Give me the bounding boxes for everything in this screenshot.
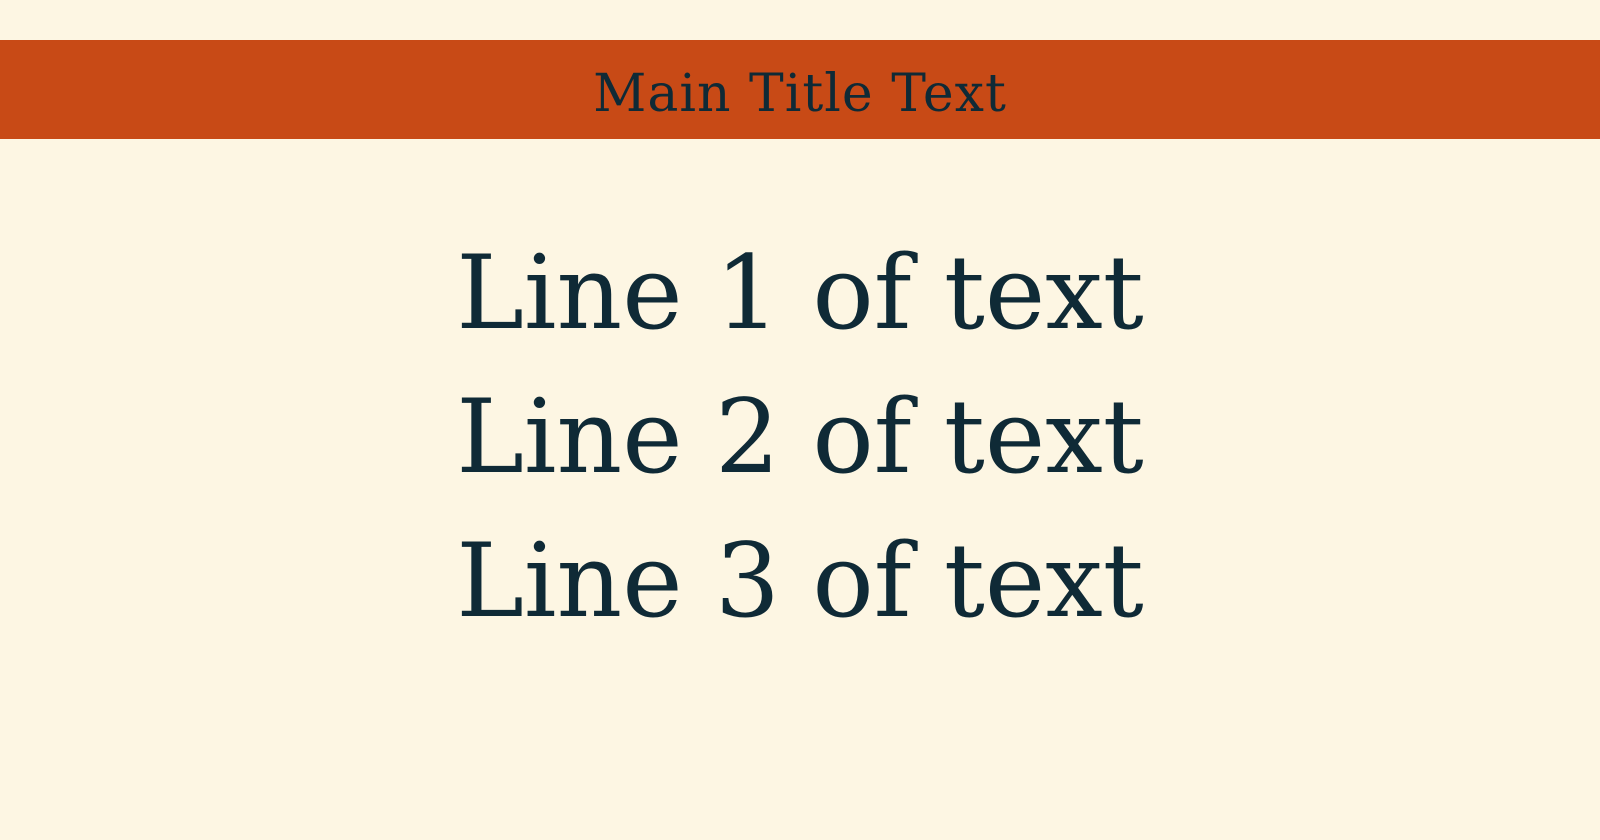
text-line-3: Line 3 of text bbox=[456, 522, 1144, 641]
text-line-1: Line 1 of text bbox=[456, 234, 1144, 353]
text-line-2: Line 2 of text bbox=[456, 378, 1144, 497]
title-bar: Main Title Text bbox=[0, 40, 1600, 139]
text-block: Line 1 of text Line 2 of text Line 3 of … bbox=[0, 222, 1600, 654]
main-title: Main Title Text bbox=[593, 63, 1007, 124]
